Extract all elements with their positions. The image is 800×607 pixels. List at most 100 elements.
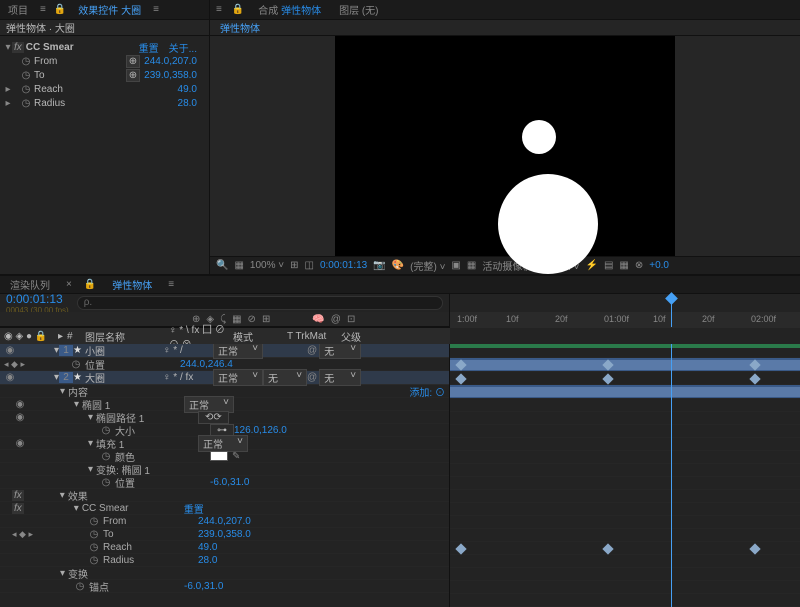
twirl-icon[interactable]: ▾ [60, 386, 65, 397]
twirl-icon[interactable]: ▾ [88, 412, 93, 423]
layer-row[interactable]: ◉ ▾ 1 ★小圈 ♀ * / 正常˅ @无˅ [0, 344, 449, 358]
keyframe-nav[interactable]: ◂ ◆ ▸ [12, 529, 48, 540]
transparency-icon[interactable]: ▦ [467, 260, 476, 271]
property-row[interactable]: ◷ 颜色 ✎ [0, 450, 449, 463]
twirl-icon[interactable]: ▸ [4, 84, 12, 95]
property-row[interactable]: ◷ From 244.0,207.0 [0, 515, 449, 528]
effect-reset-link[interactable]: 重置 [139, 40, 159, 55]
group-effects[interactable]: fx ▾ 效果 [0, 489, 449, 502]
exposure-reset-icon[interactable]: ⊗ [635, 260, 643, 271]
stopwatch-icon[interactable]: ◷ [20, 56, 32, 67]
lock-icon[interactable]: 🔒 [232, 4, 244, 15]
eye-icon[interactable]: ◉ [14, 399, 26, 410]
layer-bar[interactable] [450, 358, 800, 372]
effect-name[interactable]: CC Smear [24, 42, 139, 53]
resolution-icon[interactable]: ⊞ [290, 260, 298, 271]
property-track[interactable] [450, 372, 800, 385]
lock-icon[interactable]: 🔒 [54, 4, 66, 15]
work-area-track[interactable] [450, 344, 800, 358]
exposure-value[interactable]: +0.0 [649, 260, 669, 271]
property-row[interactable]: ◷ Reach 49.0 [0, 541, 449, 554]
group-transform-ellipse[interactable]: ▾ 变换: 椭圆 1 [0, 463, 449, 476]
layer-switches[interactable]: ♀ * / [163, 345, 213, 356]
twirl-icon[interactable]: ▾ [74, 503, 79, 514]
eyedropper-icon[interactable]: ✎ [232, 451, 240, 462]
keyframe-icon[interactable] [455, 373, 466, 384]
keyframe-icon[interactable] [602, 543, 613, 554]
stopwatch-icon[interactable]: ◷ [100, 425, 112, 436]
property-row[interactable]: ◂ ◆ ▸ ◷ To 239.0,358.0 [0, 528, 449, 541]
twirl-icon[interactable]: ▾ [74, 399, 79, 410]
viewer-timecode[interactable]: 0:00:01:13 [320, 260, 367, 271]
blend-mode-dropdown[interactable]: 正常˅ [213, 369, 263, 386]
timeline-icon[interactable]: ▤ [604, 260, 613, 271]
keyframe-icon[interactable] [455, 543, 466, 554]
property-track[interactable] [450, 542, 800, 555]
reach-value[interactable]: 49.0 [178, 84, 205, 95]
magnify-icon[interactable]: 🔍 [216, 260, 228, 271]
effect-reset-link[interactable]: 重置 [184, 501, 204, 516]
panel-menu-icon[interactable]: × [66, 279, 72, 290]
grid-icon[interactable]: ▦ [234, 260, 243, 271]
tab-project[interactable]: 项目 [4, 0, 32, 19]
shape-small-circle[interactable] [522, 120, 556, 154]
label-col-header[interactable]: ▸ [58, 331, 63, 342]
timeline-tracks[interactable] [450, 344, 800, 607]
layer-switches[interactable]: ♀ * / fx [163, 372, 213, 383]
lock-icon[interactable]: 🔒 [84, 279, 96, 290]
frame-blend-icon[interactable]: ▦ [232, 314, 241, 325]
current-time-indicator[interactable] [671, 344, 672, 607]
tab-effect-controls[interactable]: 效果控件 大圈 [74, 0, 145, 19]
crosshair-icon[interactable]: ⊕ [126, 55, 140, 68]
viewer-breadcrumb[interactable]: 弹性物体 [216, 18, 264, 37]
keyframe-icon[interactable] [749, 373, 760, 384]
eye-icon[interactable]: ◉ [14, 438, 26, 449]
property-row[interactable]: ◷ 锚点 -6.0,31.0 [0, 580, 449, 593]
twirl-icon[interactable]: ▾ [88, 464, 93, 475]
parent-dropdown[interactable]: 无˅ [319, 344, 361, 359]
pickwhip-icon[interactable]: @ [307, 345, 317, 356]
group-ellipse[interactable]: ◉ ▾ 椭圆 1 正常˅ [0, 398, 449, 411]
channel-icon[interactable]: ◫ [305, 260, 314, 271]
effect-about-link[interactable]: 关于... [169, 40, 197, 55]
panel-options-icon[interactable]: ≡ [168, 279, 174, 290]
stopwatch-icon[interactable]: ◷ [100, 451, 112, 462]
group-ellipse-path[interactable]: ◉ ▾ 椭圆路径 1 ⟲⟳ [0, 411, 449, 424]
stopwatch-icon[interactable]: ◷ [20, 84, 32, 95]
to-y-value[interactable]: 358.0 [172, 70, 197, 81]
color-mgmt-icon[interactable]: 🎨 [392, 260, 404, 271]
twirl-icon[interactable]: ▾ [60, 490, 65, 501]
timeline-timecode[interactable]: 0:00:01:13 [6, 292, 69, 306]
shape-large-circle[interactable] [498, 174, 598, 274]
composition-stage[interactable] [335, 36, 675, 256]
quality-dropdown[interactable]: (完整) ˅ [410, 258, 445, 273]
from-x-value[interactable]: 244.0 [144, 56, 169, 67]
eye-icon[interactable]: ◉ [14, 412, 26, 423]
current-time-indicator[interactable] [671, 294, 672, 327]
radius-value[interactable]: 28.0 [198, 555, 217, 566]
pickwhip-icon[interactable]: @ [307, 372, 317, 383]
motion-blur-icon[interactable]: ⊘ [248, 314, 256, 325]
add-menu[interactable]: 添加: ⊙ [409, 384, 445, 399]
group-fill[interactable]: ◉ ▾ 填充 1 正常˅ [0, 437, 449, 450]
pickwhip-icon[interactable]: @ [331, 314, 341, 325]
crosshair-icon[interactable]: ⊕ [126, 69, 140, 82]
expand-icon[interactable]: ⊡ [347, 314, 355, 325]
timeline-ruler[interactable]: 1:00f 10f 20f 01:00f 10f 20f 02:00f [450, 312, 800, 328]
stopwatch-icon[interactable]: ◷ [88, 555, 100, 566]
graph-editor-icon[interactable]: ⊞ [262, 314, 270, 325]
keyframe-nav[interactable]: ◂ ◆ ▸ [4, 359, 40, 370]
stopwatch-icon[interactable]: ◷ [88, 529, 100, 540]
stopwatch-icon[interactable]: ◷ [70, 359, 82, 370]
composition-viewer[interactable] [210, 36, 800, 256]
to-x-value[interactable]: 239.0 [144, 70, 169, 81]
fast-preview-icon[interactable]: ⚡ [585, 260, 597, 271]
anchor-value[interactable]: -6.0,31.0 [184, 581, 223, 592]
radius-value[interactable]: 28.0 [178, 98, 205, 109]
eye-icon[interactable]: ◉ [4, 345, 16, 356]
stopwatch-icon[interactable]: ◷ [20, 98, 32, 109]
keyframe-icon[interactable] [602, 373, 613, 384]
trkmat-dropdown[interactable]: 无˅ [263, 369, 307, 386]
stopwatch-icon[interactable]: ◷ [88, 516, 100, 527]
layer-bar[interactable] [450, 385, 800, 399]
